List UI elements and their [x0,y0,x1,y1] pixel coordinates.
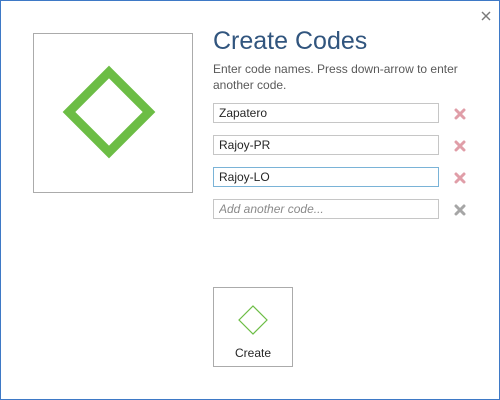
code-preview [33,33,193,193]
x-icon [454,204,466,216]
close-button[interactable] [479,9,493,23]
create-codes-dialog: Create Codes Enter code names. Press dow… [0,0,500,400]
code-row [213,103,473,125]
code-row [213,135,473,157]
code-name-input[interactable] [213,167,439,187]
delete-code-button[interactable] [454,171,466,184]
x-icon [454,108,466,120]
create-button-label: Create [234,346,272,360]
code-row [213,167,473,189]
x-icon [454,140,466,152]
delete-code-button[interactable] [454,203,466,216]
delete-code-button[interactable] [454,139,466,152]
x-icon [454,172,466,184]
code-name-input[interactable] [213,103,439,123]
code-name-input[interactable] [213,135,439,155]
dialog-instructions: Enter code names. Press down-arrow to en… [213,62,458,92]
code-row-new [213,199,473,221]
diamond-icon [238,305,268,335]
create-button[interactable]: Create [213,287,293,367]
add-code-input[interactable] [213,199,439,219]
delete-code-button[interactable] [454,107,466,120]
dialog-title: Create Codes [213,27,368,55]
close-icon [481,11,491,21]
diamond-icon [62,65,156,159]
